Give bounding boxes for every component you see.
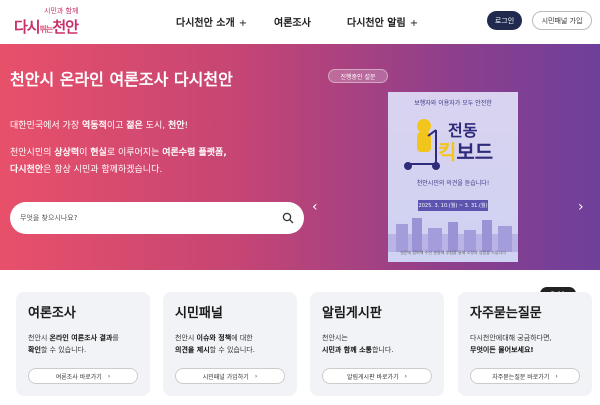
hero-title: 천안시 온라인 여론조사 다시천안: [10, 70, 233, 89]
survey-status-badge: 진행중인 설문: [328, 69, 388, 83]
notice-go-button[interactable]: 알림게시판 바로가기 ›: [322, 368, 432, 384]
hero-line-2: 천안시민의 상상력이 현실로 이루어지는 여론수렴 플랫폼,: [10, 148, 227, 158]
chevron-left-icon[interactable]: ‹: [312, 199, 318, 215]
panel-join-button[interactable]: 시민패널 가입: [532, 11, 592, 30]
hero-line-3: 다시천안은 항상 시민과 함께하겠습니다.: [10, 165, 163, 175]
survey-go-button[interactable]: 여론조사 바로가기 ›: [28, 368, 138, 384]
search-input[interactable]: [20, 210, 260, 226]
chevron-right-icon: ›: [107, 372, 111, 380]
poster-fineprint: 설문에 참여해 주신 분들께 추첨을 통해 소정의 경품을 드립니다: [400, 250, 506, 255]
search-icon: [282, 212, 294, 224]
search-button[interactable]: [274, 204, 302, 232]
faq-go-button[interactable]: 자주묻는질문 바로가기 ›: [470, 368, 580, 384]
nav-item-survey[interactable]: 여론조사: [274, 14, 311, 29]
poster-topline: 보행자와 이용자가 모두 안전한: [414, 100, 492, 107]
quick-card-panel: 시민패널 천안시 이슈와 정책에 대한 의견을 제시할 수 있습니다. 시민패널…: [163, 292, 297, 396]
poster-subtitle: 천안시민의 의견을 듣습니다!: [416, 180, 490, 187]
quick-card-desc: 천안시는 시민과 함께 소통합니다.: [322, 334, 394, 354]
quick-card-title: 알림게시판: [322, 306, 382, 321]
nav-item-intro[interactable]: 다시천안 소개 +: [176, 14, 247, 29]
chevron-right-icon[interactable]: ›: [578, 199, 584, 215]
login-button[interactable]: 로그인: [487, 11, 522, 30]
quick-card-title: 여론조사: [28, 306, 76, 321]
site-header: 시민과 함께 다시뛰는천안 다시천안 소개 + 여론조사 다시천안 알림 + 로그인…: [0, 0, 600, 44]
poster-date: 2025. 3. 10.(월) ~ 3. 31.(월): [418, 200, 488, 211]
logo-wordmark: 다시뛰는천안: [14, 18, 79, 36]
quick-card-survey: 여론조사 천안시 온라인 여론조사 결과를 확인할 수 있습니다. 여론조사 바…: [16, 292, 150, 396]
quick-card-desc: 천안시 이슈와 정책에 대한 의견을 제시할 수 있습니다.: [175, 334, 255, 354]
quick-card-title: 시민패널: [175, 306, 223, 321]
site-logo[interactable]: 시민과 함께 다시뛰는천안: [14, 6, 94, 38]
poster-headline-2: 킥보드: [438, 140, 494, 164]
logo-tagline: 시민과 함께: [44, 7, 79, 15]
quick-card-title: 자주묻는질문: [470, 306, 542, 321]
hero-line-1: 대한민국에서 가장 역동적이고 젊은 도시, 천안!: [10, 121, 189, 131]
chevron-right-icon: ›: [555, 372, 558, 380]
nav-item-notice[interactable]: 다시천안 알림 +: [347, 14, 418, 29]
search-bar: [10, 202, 304, 234]
quick-card-desc: 다시천안에대해 궁금하다면, 무엇이든 물어보세요!: [470, 334, 552, 354]
chevron-right-icon: ›: [254, 372, 258, 380]
quick-card-desc: 천안시 온라인 여론조사 결과를 확인할 수 있습니다.: [28, 334, 119, 354]
chevron-right-icon: ›: [404, 372, 407, 380]
quick-card-notice: 알림게시판 천안시는 시민과 함께 소통합니다. 알림게시판 바로가기 ›: [310, 292, 444, 396]
survey-poster[interactable]: 보행자와 이용자가 모두 안전한 전동 킥보드 천안시민의 의견을 듣습니다! …: [388, 92, 518, 262]
city-skyline-illustration: [388, 218, 518, 252]
quick-card-faq: 자주묻는질문 다시천안에대해 궁금하다면, 무엇이든 물어보세요! 자주묻는질문…: [458, 292, 592, 396]
hero-banner: 천안시 온라인 여론조사 다시천안 대한민국에서 가장 역동적이고 젊은 도시,…: [0, 44, 600, 301]
panel-join-go-button[interactable]: 시민패널 가입하기 ›: [175, 368, 285, 384]
